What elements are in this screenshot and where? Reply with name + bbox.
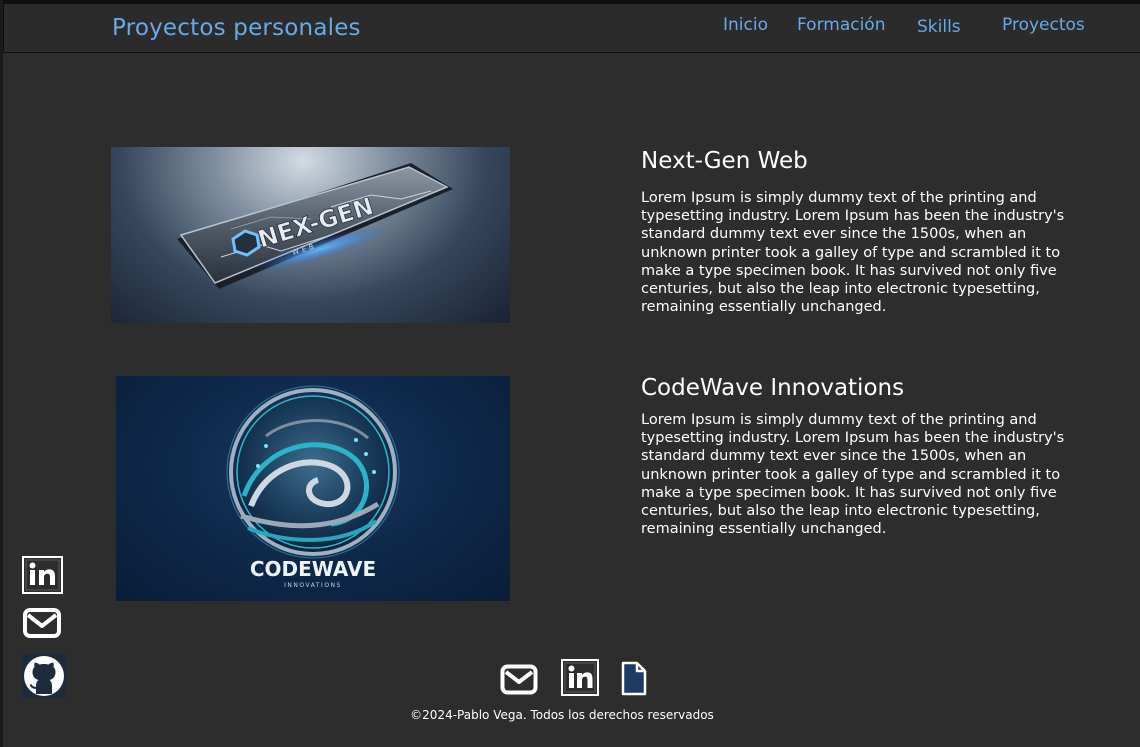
side-github-icon[interactable]: [22, 654, 66, 698]
window-left-edge: [0, 0, 3, 747]
project-image-nextgen: NEX-GEN WEB: [111, 147, 510, 323]
navbar: Proyectos personales Inicio Formación Sk…: [3, 3, 1140, 53]
brand-title[interactable]: Proyectos personales: [112, 15, 361, 41]
nav-link-skills[interactable]: Skills: [917, 17, 961, 37]
project-image-codewave: CODEWAVE INNOVATIONS: [116, 376, 510, 601]
project-description-nextgen: Lorem Ipsum is simply dummy text of the …: [641, 190, 1065, 316]
footer-linkedin-icon[interactable]: [561, 659, 599, 696]
codewave-logo-text: CODEWAVE: [250, 557, 376, 581]
side-linkedin-icon[interactable]: [22, 556, 63, 594]
nav-link-proyectos[interactable]: Proyectos: [1002, 15, 1085, 35]
codewave-logo-subtext: INNOVATIONS: [284, 582, 342, 589]
footer-copyright: ©2024-Pablo Vega. Todos los derechos res…: [410, 708, 714, 722]
project-title-nextgen: Next-Gen Web: [641, 148, 808, 174]
nav-link-formacion[interactable]: Formación: [797, 15, 886, 35]
codewave-logo-illustration: CODEWAVE INNOVATIONS: [226, 385, 400, 589]
nav-link-inicio[interactable]: Inicio: [723, 15, 768, 35]
footer-document-icon[interactable]: [621, 661, 647, 696]
nextgen-logo-illustration: NEX-GEN WEB: [177, 163, 453, 289]
project-title-codewave: CodeWave Innovations: [641, 375, 905, 401]
footer-mail-icon[interactable]: [500, 664, 538, 695]
side-mail-icon[interactable]: [22, 607, 62, 639]
project-description-codewave: Lorem Ipsum is simply dummy text of the …: [641, 412, 1065, 538]
